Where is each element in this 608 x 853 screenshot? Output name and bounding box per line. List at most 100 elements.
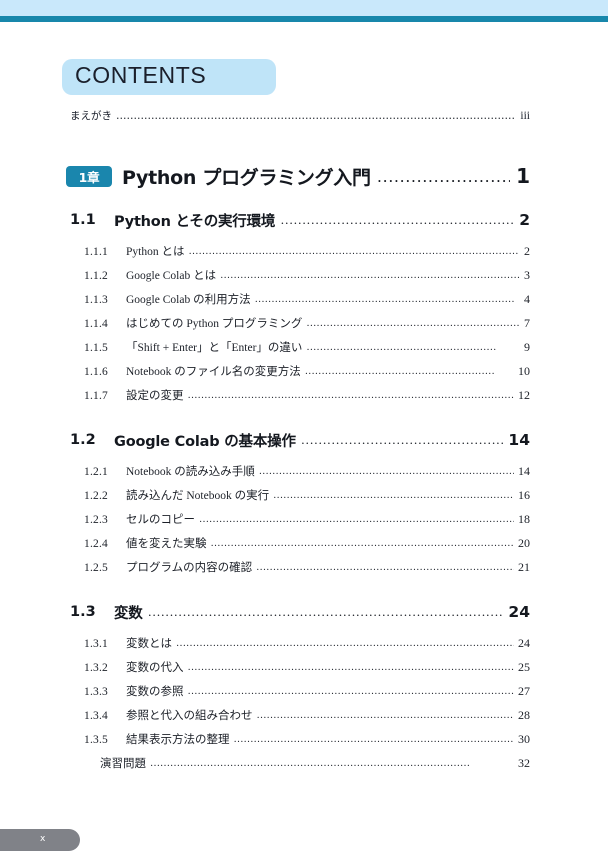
dot-leader: ……………………………………………………………………… [256,562,514,573]
dot-leader: …………………………………………………………………… [258,466,514,477]
toc-subsection-1-2-2[interactable]: 1.2.2 読み込んだ Notebook の実行 ………………………………………… [84,487,530,505]
subsection-page: 30 [518,732,530,746]
subsection-title: Python とは [126,246,185,258]
chapter-number-badge: 1章 [66,165,112,187]
chapter-title: Python プログラミング入門 [122,166,371,189]
top-light-band [0,0,608,16]
toc-chapter-heading[interactable]: 1章 Python プログラミング入門 ………………………… 1 [66,163,530,189]
subsection-number: 1.1.4 [84,318,108,330]
toc-subsection-1-1-6[interactable]: 1.1.6 Notebook のファイル名の変更方法 …………………………………… [84,363,530,381]
subsection-number: 1.1.3 [84,294,108,306]
toc-subsection-1-3-1[interactable]: 1.3.1 変数とは ……………………………………………………………………………… [84,635,530,653]
toc-subsection-1-1-1[interactable]: 1.1.1 Python とは ………………………………………………………………… [84,243,530,261]
subsection-title: 変数の代入 [126,662,184,674]
subsection-page: 2 [524,244,530,258]
subsection-title: 値を変えた実験 [126,538,207,550]
dot-leader: ………………………………………………………… [306,318,520,329]
subsection-number: 1.2.5 [84,562,108,574]
subsection-page: 27 [518,684,530,698]
toc-subsection-1-2-4[interactable]: 1.2.4 値を変えた実験 ……………………………………………………………………… [84,535,530,553]
subsection-number: 1.2.1 [84,466,108,478]
subsection-page: 32 [518,756,530,770]
toc-section-1-3[interactable]: 1.3 変数 ……………………………………………………………………………… 24 [70,602,530,622]
toc-subsection-1-3-5[interactable]: 1.3.5 結果表示方法の整理 ………………………………………………………………… [84,731,530,749]
toc-subsection-1-2-3[interactable]: 1.2.3 セルのコピー ………………………………………………………………………… [84,511,530,529]
dot-leader: ……………………………………………………………………………………… [188,246,519,257]
toc-section-1-2[interactable]: 1.2 Google Colab の基本操作 ……………………………………………… [70,430,530,450]
toc-subsection-1-1-7[interactable]: 1.1.7 設定の変更 …………………………………………………………………………… [84,387,530,405]
section-number: 1.1 [70,212,96,228]
dot-leader: …………………………………………………………………… [254,294,515,305]
subsection-number: 1.3.2 [84,662,108,674]
subsection-page: 3 [524,268,530,282]
section-number: 1.3 [70,604,96,620]
subsection-title: 参照と代入の組み合わせ [126,710,253,722]
subsection-number: 1.3.5 [84,734,108,746]
dot-leader: ……………………………………………………………………………………… [187,686,515,697]
subsection-page: 9 [524,340,530,354]
page-title: CONTENTS [75,62,207,88]
toc-subsection-1-3-3[interactable]: 1.3.3 変数の参照 …………………………………………………………………………… [84,683,530,701]
subsection-title: 読み込んだ Notebook の実行 [126,490,270,502]
dot-leader: ………………………………………………… [304,366,495,377]
dot-leader: ………………………………………………………………… [273,490,514,501]
dot-leader: ……………………………………………………………………………… [147,604,504,619]
section-page: 24 [508,603,530,621]
subsection-page: 18 [518,512,530,526]
toc-subsection-1-3-4[interactable]: 1.3.4 参照と代入の組み合わせ …………………………………………………………… [84,707,530,725]
section-title: 変数 [114,605,143,622]
dot-leader: ……………………………………………………… [300,432,504,447]
dot-leader: ………………………………………………… [306,342,497,353]
subsection-title: 設定の変更 [126,390,184,402]
dot-leader: …………………………………………………………………………………… [150,758,470,769]
subsection-title: Google Colab とは [126,270,217,282]
toc-entry-exercises[interactable]: 演習問題 …………………………………………………………………………………… 32 [100,755,530,773]
subsection-page: 7 [524,316,530,330]
section-title: Python とその実行環境 [114,213,276,230]
chapter-page: 1 [516,164,530,188]
subsection-title: 「Shift + Enter」と「Enter」の違い [126,342,303,354]
toc-entry-label: まえがき [70,110,112,122]
subsection-title: プログラムの内容の確認 [126,562,253,574]
dot-leader: ………………………………………………………………………………… [210,538,515,549]
dot-leader: ……………………………………………………………………………………… [187,662,515,673]
toc-subsection-1-1-2[interactable]: 1.1.2 Google Colab とは ………………………………………………… [84,267,530,285]
subsection-title: Notebook の読み込み手順 [126,466,255,478]
subsection-number: 1.1.7 [84,390,108,402]
subsection-page: 28 [518,708,530,722]
subsection-title: 演習問題 [100,758,146,770]
subsection-number: 1.1.5 [84,342,108,354]
subsection-number: 1.3.3 [84,686,108,698]
toc-subsection-1-1-4[interactable]: 1.1.4 はじめての Python プログラミング …………………………………… [84,315,530,333]
subsection-title: 変数の参照 [126,686,184,698]
subsection-page: 10 [518,364,530,378]
toc-section-1-1[interactable]: 1.1 Python とその実行環境 ………………………………………………………… [70,210,530,230]
toc-subsection-1-1-3[interactable]: 1.1.3 Google Colab の利用方法 ………………………………………… [84,291,530,309]
dot-leader: ……………………………………………………………………………………… [187,390,515,401]
toc-subsection-1-2-5[interactable]: 1.2.5 プログラムの内容の確認 …………………………………………………………… [84,559,530,577]
subsection-title: Notebook のファイル名の変更方法 [126,366,301,378]
subsection-number: 1.1.6 [84,366,108,378]
dot-leader: …………………………………………………………………………… [233,734,515,745]
subsection-number: 1.1.1 [84,246,108,258]
dot-leader: …………………………………………………………… [280,212,515,227]
section-title: Google Colab の基本操作 [114,433,296,450]
toc-subsection-1-2-1[interactable]: 1.2.1 Notebook の読み込み手順 ……………………………………………… [84,463,530,481]
subsection-page: 14 [518,464,530,478]
subsection-number: 1.1.2 [84,270,108,282]
subsection-number: 1.2.2 [84,490,108,502]
subsection-page: 24 [518,636,530,650]
subsection-page: 4 [524,292,530,306]
footer-page-number: x [40,834,46,844]
subsection-title: 結果表示方法の整理 [126,734,230,746]
subsection-title: Google Colab の利用方法 [126,294,251,306]
toc-subsection-1-1-5[interactable]: 1.1.5 「Shift + Enter」と「Enter」の違い …………………… [84,339,530,357]
dot-leader: …………………………………………………………………………………………………… [116,110,515,122]
subsection-title: はじめての Python プログラミング [126,318,303,330]
toc-subsection-1-3-2[interactable]: 1.3.2 変数の代入 …………………………………………………………………………… [84,659,530,677]
subsection-number: 1.3.1 [84,638,108,650]
toc-entry-preface[interactable]: まえがき ……………………………………………………………………………………………… [70,108,530,123]
subsection-title: 変数とは [126,638,172,650]
dot-leader: ………………………………………………………………………………………… [176,638,514,649]
subsection-number: 1.2.3 [84,514,108,526]
